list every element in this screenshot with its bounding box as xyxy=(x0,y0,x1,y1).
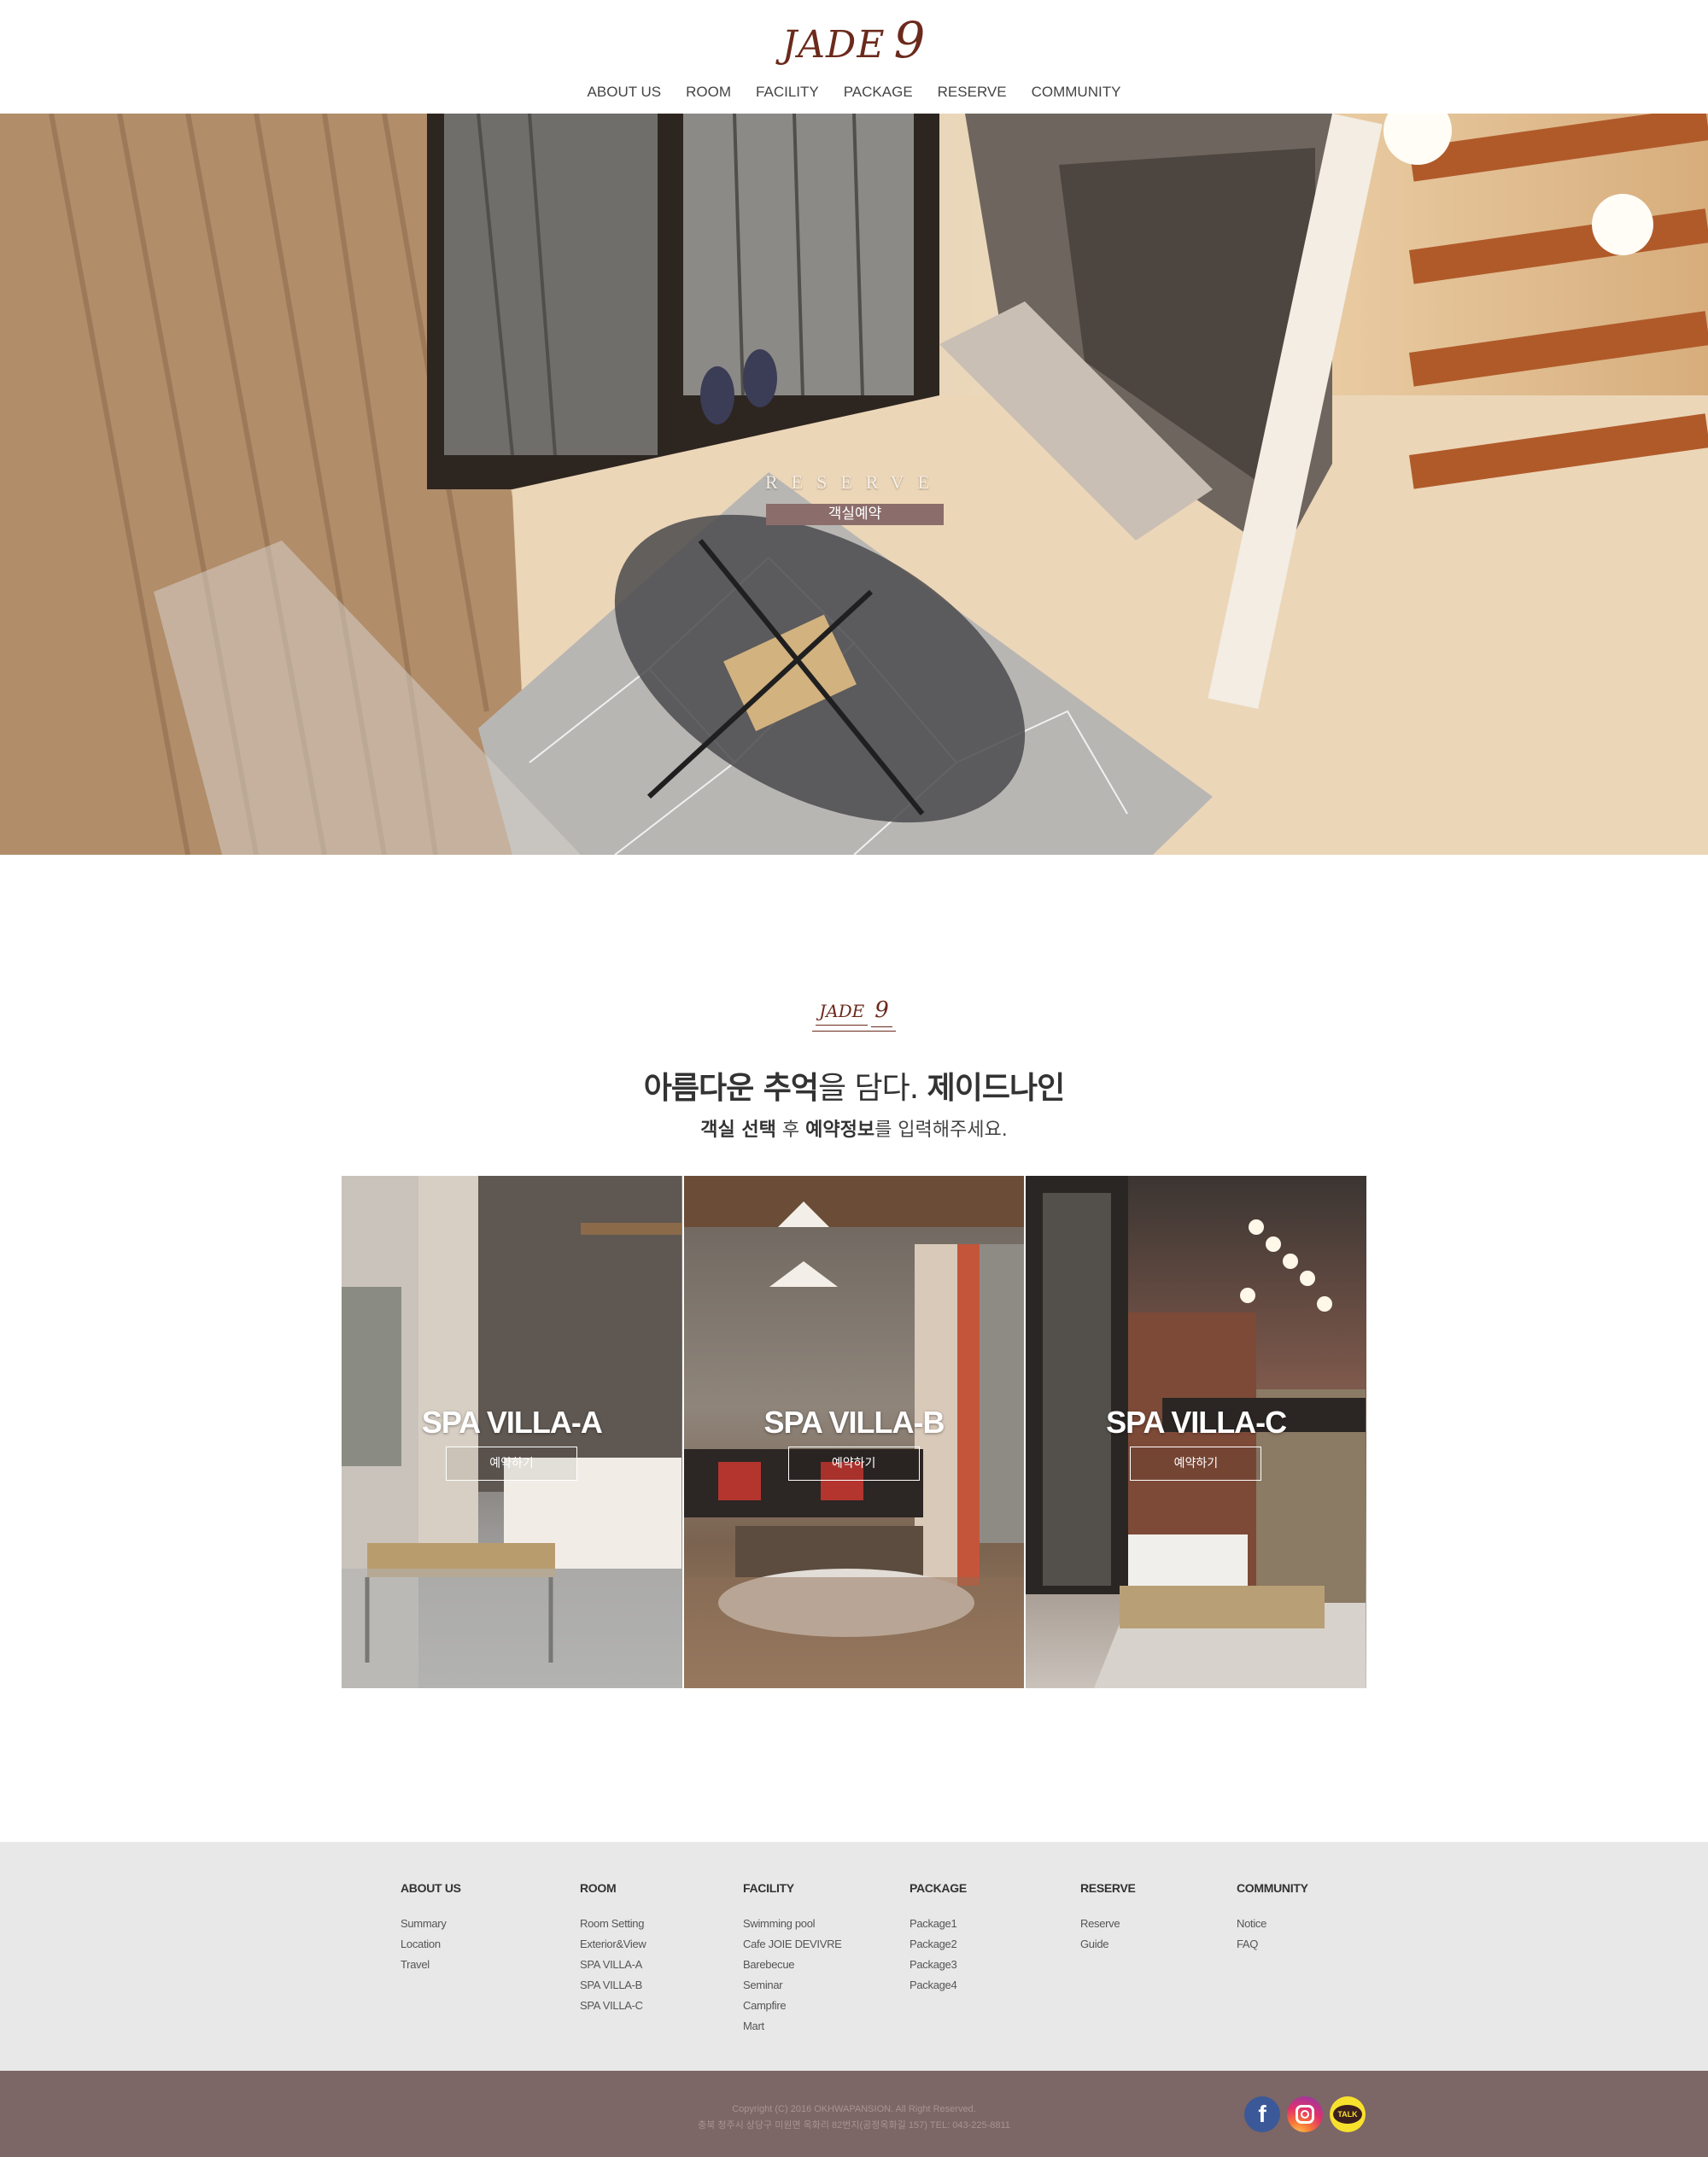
room-gallery: SPA VILLA-A 예약하기 SPA VILLA-B 예약하기 SPA VI… xyxy=(342,1176,1367,1688)
footer-link[interactable]: Package2 xyxy=(910,1934,967,1955)
footer-link[interactable]: Mart xyxy=(743,2016,842,2037)
footer-info: Copyright (C) 2016 OKHWAPANSION. All Rig… xyxy=(0,2101,1708,2134)
nav-package[interactable]: PACKAGE xyxy=(844,80,913,104)
footer-link[interactable]: Campfire xyxy=(743,1996,842,2016)
subline-part-2: 후 xyxy=(775,1119,806,1141)
hero-banner: RESERVE 객실예약 xyxy=(0,114,1708,855)
footer-link[interactable]: Location xyxy=(401,1934,461,1955)
logo-number: 9 xyxy=(893,11,927,69)
section-subline: 객실 선택 후 예약정보를 입력해주세요. xyxy=(0,1115,1708,1146)
headline-part-3: 제이드나인 xyxy=(927,1071,1066,1106)
footer-link[interactable]: Exterior&View xyxy=(580,1934,646,1955)
footer-link[interactable]: Notice xyxy=(1237,1914,1308,1934)
footer-link[interactable]: Package1 xyxy=(910,1914,967,1934)
footer-link[interactable]: Package3 xyxy=(910,1955,967,1975)
site-logo[interactable]: JADE 9 xyxy=(0,12,1708,73)
footer-link[interactable]: SPA VILLA-C xyxy=(580,1996,646,2016)
footer-link[interactable]: Guide xyxy=(1080,1934,1136,1955)
footer-sitemap: ABOUT US Summary Location Travel ROOM Ro… xyxy=(0,1842,1708,2071)
section-badge: JADE 9 xyxy=(0,997,1708,1032)
book-button-spa-villa-a[interactable]: 예약하기 xyxy=(446,1447,577,1481)
footer-col-title[interactable]: ROOM xyxy=(580,1881,646,1895)
footer-link[interactable]: SPA VILLA-A xyxy=(580,1955,646,1975)
book-button-spa-villa-b[interactable]: 예약하기 xyxy=(787,1447,920,1481)
instagram-camera-glyph xyxy=(1296,2105,1314,2124)
room-card-spa-villa-c[interactable]: SPA VILLA-C 예약하기 xyxy=(1026,1176,1367,1688)
copyright-text: Copyright (C) 2016 OKHWAPANSION. All Rig… xyxy=(732,2104,976,2114)
footer-bottom-bar: Copyright (C) 2016 OKHWAPANSION. All Rig… xyxy=(0,2071,1708,2157)
address-text: 충북 청주시 상당구 미원면 옥화리 82번지(공정옥화길 157) TEL: … xyxy=(698,2120,1010,2131)
badge-logo: JADE 9 xyxy=(812,997,896,1032)
footer-col-title[interactable]: FACILITY xyxy=(743,1881,842,1895)
subline-part-3: 예약정보 xyxy=(805,1119,875,1141)
nav-community[interactable]: COMMUNITY xyxy=(1032,80,1121,104)
badge-text: JADE xyxy=(816,1001,869,1026)
room-reservation-button[interactable]: 객실예약 xyxy=(766,504,944,525)
instagram-icon[interactable] xyxy=(1287,2096,1323,2132)
headline-part-2: 을 담다. xyxy=(817,1071,927,1106)
room-name-a: SPA VILLA-A xyxy=(421,1405,603,1440)
main-nav: ABOUT US ROOM FACILITY PACKAGE RESERVE C… xyxy=(0,80,1708,104)
footer-link[interactable]: Barebecue xyxy=(743,1955,842,1975)
nav-room[interactable]: ROOM xyxy=(686,80,731,104)
logo-text: JADE xyxy=(781,23,886,67)
footer-col-title[interactable]: RESERVE xyxy=(1080,1881,1136,1895)
footer-col-community: COMMUNITY Notice FAQ xyxy=(1237,1881,1308,1955)
footer-link[interactable]: Swimming pool xyxy=(743,1914,842,1934)
footer-col-title[interactable]: PACKAGE xyxy=(910,1881,967,1895)
footer-link[interactable]: FAQ xyxy=(1237,1934,1308,1955)
footer-col-room: ROOM Room Setting Exterior&View SPA VILL… xyxy=(580,1881,646,2016)
footer-link[interactable]: Room Setting xyxy=(580,1914,646,1934)
footer-link[interactable]: SPA VILLA-B xyxy=(580,1975,646,1996)
footer-col-package: PACKAGE Package1 Package2 Package3 Packa… xyxy=(910,1881,967,1996)
subline-part-4: 를 입력해주세요. xyxy=(874,1119,1008,1141)
footer-link[interactable]: Package4 xyxy=(910,1975,967,1996)
hero-label: RESERVE xyxy=(764,471,944,493)
footer-link[interactable]: Reserve xyxy=(1080,1914,1136,1934)
room-name-b: SPA VILLA-B xyxy=(763,1405,945,1440)
room-name-c: SPA VILLA-C xyxy=(1106,1405,1287,1440)
facebook-icon[interactable]: f xyxy=(1244,2096,1280,2132)
nav-facility[interactable]: FACILITY xyxy=(756,80,819,104)
footer-col-facility: FACILITY Swimming pool Cafe JOIE DEVIVRE… xyxy=(743,1881,842,2037)
footer-link[interactable]: Seminar xyxy=(743,1975,842,1996)
room-card-spa-villa-a[interactable]: SPA VILLA-A 예약하기 xyxy=(342,1176,682,1688)
room-card-spa-villa-b[interactable]: SPA VILLA-B 예약하기 xyxy=(683,1176,1025,1688)
footer-link[interactable]: Cafe JOIE DEVIVRE xyxy=(743,1934,842,1955)
kakaotalk-glyph: TALK xyxy=(1333,2105,1362,2124)
badge-number: 9 xyxy=(871,997,892,1027)
footer-col-title[interactable]: COMMUNITY xyxy=(1237,1881,1308,1895)
site-header: JADE 9 ABOUT US ROOM FACILITY PACKAGE RES… xyxy=(0,0,1708,114)
footer-link[interactable]: Travel xyxy=(401,1955,461,1975)
section-headline: 아름다운 추억을 담다. 제이드나인 xyxy=(0,1063,1708,1114)
nav-reserve[interactable]: RESERVE xyxy=(938,80,1007,104)
headline-part-1: 아름다운 추억 xyxy=(643,1071,819,1106)
subline-part-1: 객실 선택 xyxy=(700,1119,776,1141)
footer-link[interactable]: Summary xyxy=(401,1914,461,1934)
footer-col-reserve: RESERVE Reserve Guide xyxy=(1080,1881,1136,1955)
nav-about-us[interactable]: ABOUT US xyxy=(588,80,662,104)
footer-col-title[interactable]: ABOUT US xyxy=(401,1881,461,1895)
footer-col-about-us: ABOUT US Summary Location Travel xyxy=(401,1881,461,1975)
facebook-glyph: f xyxy=(1258,2101,1266,2127)
kakaotalk-icon[interactable]: TALK xyxy=(1330,2096,1366,2132)
book-button-spa-villa-c[interactable]: 예약하기 xyxy=(1130,1447,1262,1481)
